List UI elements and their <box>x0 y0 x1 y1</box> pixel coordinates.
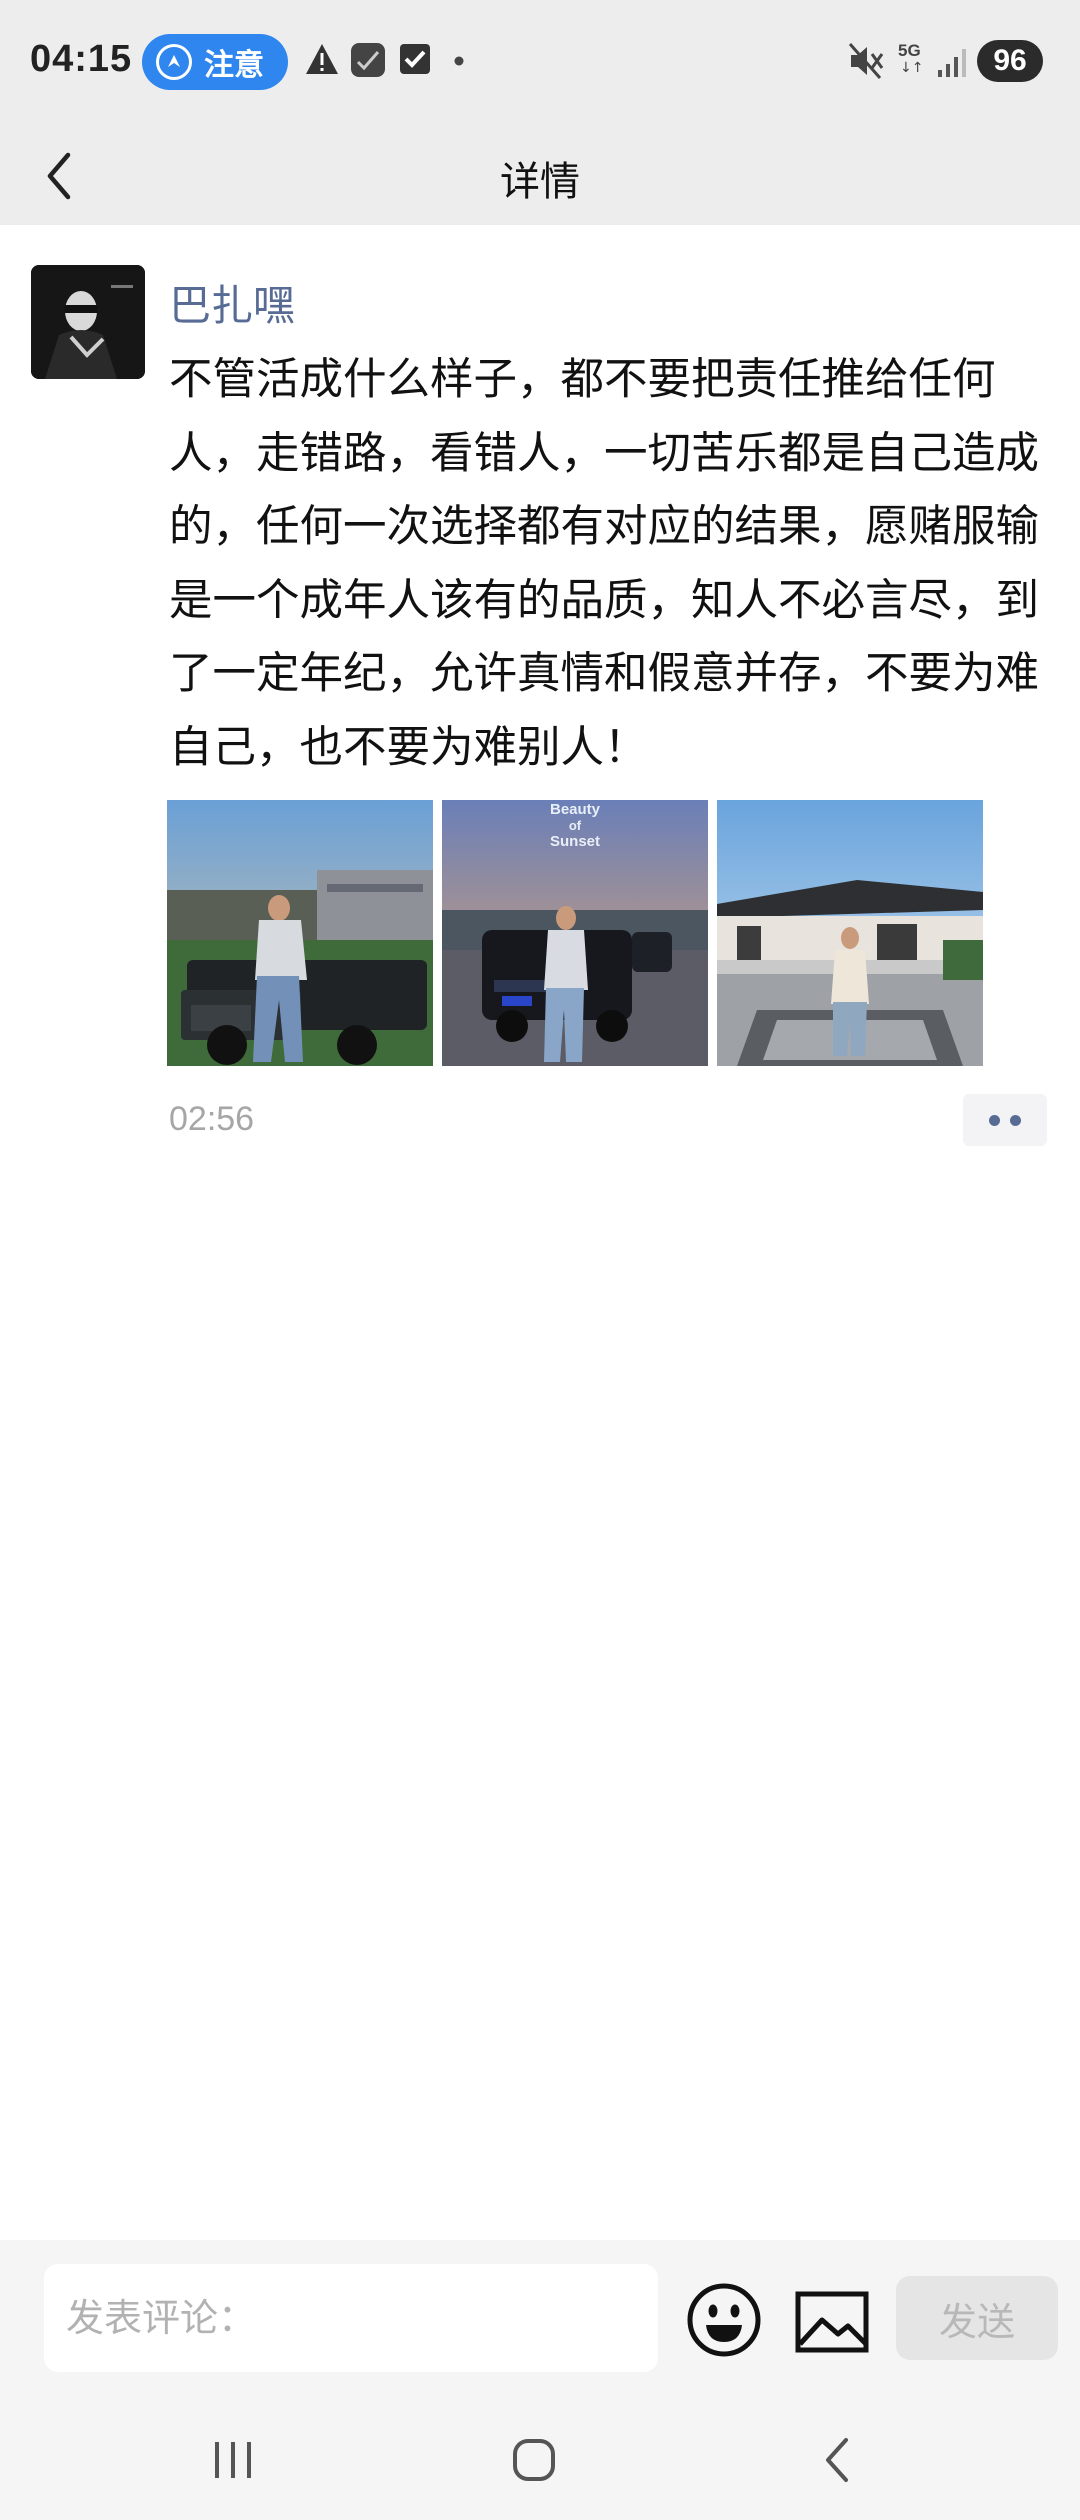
photo-overlay-text-2: of <box>569 818 582 833</box>
comment-bar: 发送 <box>0 2240 1080 2400</box>
post-timestamp: 02:56 <box>169 1100 255 1138</box>
top-header: 详情 <box>0 125 1080 225</box>
battery-indicator: 96 <box>977 40 1043 82</box>
network-5g-icon: 5G ↓↑ <box>898 41 924 77</box>
image-icon[interactable] <box>792 2282 872 2362</box>
photo-overlay-text-1: Beauty <box>550 801 601 818</box>
photo-overlay-text-3: Sunset <box>550 833 600 850</box>
compass-icon <box>156 44 192 80</box>
comment-input[interactable] <box>44 2264 658 2372</box>
post-photo-1[interactable] <box>167 800 433 1066</box>
emoji-icon[interactable] <box>684 2280 764 2360</box>
app-notification-icon <box>351 43 385 77</box>
status-bar: 04:15 注意 5G ↓↑ 96 <box>0 0 1080 125</box>
mute-icon <box>848 43 884 79</box>
warning-icon <box>306 44 338 74</box>
post-photo-2[interactable]: Beauty of Sunset <box>442 800 708 1066</box>
notice-pill[interactable]: 注意 <box>142 34 288 90</box>
more-dots-icon[interactable] <box>963 1094 1047 1146</box>
send-button[interactable]: 发送 <box>896 2276 1058 2360</box>
home-icon[interactable] <box>494 2420 574 2500</box>
signal-icon <box>938 49 966 77</box>
notice-label: 注意 <box>204 48 264 83</box>
recent-apps-icon[interactable] <box>193 2420 273 2500</box>
avatar[interactable] <box>31 265 145 379</box>
post-photo-3[interactable] <box>717 800 983 1066</box>
system-nav-bar <box>0 2400 1080 2520</box>
post-text: 不管活成什么样子，都不要把责任推给任何人，走错路，看错人，一切苦乐都是自己造成的… <box>169 355 1039 773</box>
status-time: 04:15 <box>30 38 133 80</box>
checkbox-icon <box>400 44 430 74</box>
page-title: 详情 <box>500 159 580 205</box>
more-dot-icon <box>454 56 464 66</box>
author-name[interactable]: 巴扎嘿 <box>169 272 295 333</box>
dot <box>1010 1114 1021 1126</box>
dot <box>989 1114 1000 1126</box>
back-icon[interactable] <box>798 2420 878 2500</box>
